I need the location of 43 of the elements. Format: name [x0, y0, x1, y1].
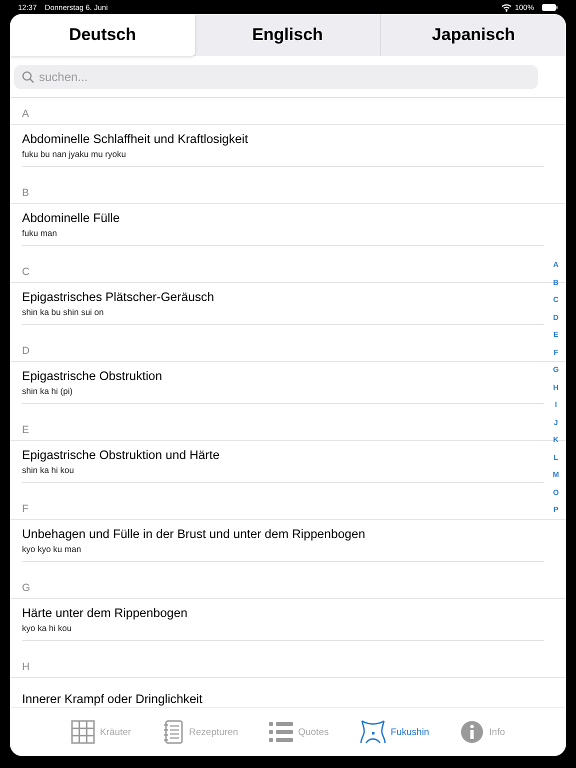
- section-header: G: [10, 572, 566, 599]
- tab-bar-item[interactable]: Quotes: [269, 720, 329, 744]
- language-tab[interactable]: Deutsch: [10, 14, 195, 56]
- list-item[interactable]: Epigastrisches Plätscher-Geräusch shin ka bu shin sui on: [22, 283, 544, 325]
- notebook-icon: [162, 720, 184, 744]
- item-title: Epigastrisches Plätscher-Geräusch: [22, 290, 216, 304]
- torso-icon: [360, 720, 386, 744]
- item-title: Epigastrische Obstruktion: [22, 369, 164, 383]
- item-subtitle: shin ka hi (pi): [22, 386, 74, 396]
- item-title: Abdominelle Schlaffheit und Kraftlosigkeit: [22, 132, 250, 146]
- section-header: A: [10, 98, 566, 125]
- list-item[interactable]: Unbehagen und Fülle in der Brust und unter dem Rippenbogen kyo kyo ku man: [22, 520, 544, 562]
- item-subtitle: kyo kyo ku man: [22, 544, 82, 554]
- item-title: Epigastrische Obstruktion und Härte: [22, 448, 221, 462]
- list-item[interactable]: Epigastrische Obstruktion shin ka hi (pi): [22, 362, 544, 404]
- list-icon: [269, 720, 294, 744]
- list-item[interactable]: Abdominelle Fülle fuku man: [22, 204, 544, 246]
- tab-bar-item[interactable]: Info: [460, 720, 506, 744]
- item-subtitle: fuku man: [22, 228, 58, 238]
- item-subtitle: shin ka hi kou: [22, 465, 75, 475]
- section-header: B: [10, 177, 566, 204]
- tab-bar-item[interactable]: Fukushin: [360, 720, 430, 744]
- list-item[interactable]: Abdominelle Schlaffheit und Kraftlosigkeit fuku bu nan jyaku mu ryoku: [22, 125, 544, 167]
- tab-bar-item[interactable]: Rezepturen: [162, 720, 238, 744]
- search-field[interactable]: suchen...: [14, 65, 538, 89]
- list-item[interactable]: Epigastrische Obstruktion und Härte shin ka hi kou: [22, 441, 544, 483]
- info-icon: [460, 720, 484, 744]
- item-subtitle: shin ka bu shin sui on: [22, 307, 105, 317]
- section-header: H: [10, 651, 566, 678]
- item-subtitle: fuku bu nan jyaku mu ryoku: [22, 149, 127, 159]
- item-subtitle: kyo ka hi kou: [22, 623, 73, 633]
- tab-bar-item[interactable]: Kräuter: [70, 720, 132, 744]
- item-title: Härte unter dem Rippenbogen: [22, 606, 188, 620]
- grid-icon: [70, 720, 95, 744]
- language-tab[interactable]: Englisch: [195, 14, 380, 56]
- battery-icon: [542, 4, 558, 10]
- item-title: Unbehagen und Fülle in der Brust und unter dem Rippenbogen: [22, 527, 366, 541]
- language-tab[interactable]: Japanisch: [380, 14, 566, 56]
- item-title: Innerer Krampf oder Dringlichkeit: [22, 692, 204, 706]
- item-title: Abdominelle Fülle: [22, 211, 121, 225]
- wifi-icon: [500, 2, 512, 12]
- search-icon: [22, 71, 34, 83]
- list-item[interactable]: Härte unter dem Rippenbogen kyo ka hi kou: [22, 599, 544, 641]
